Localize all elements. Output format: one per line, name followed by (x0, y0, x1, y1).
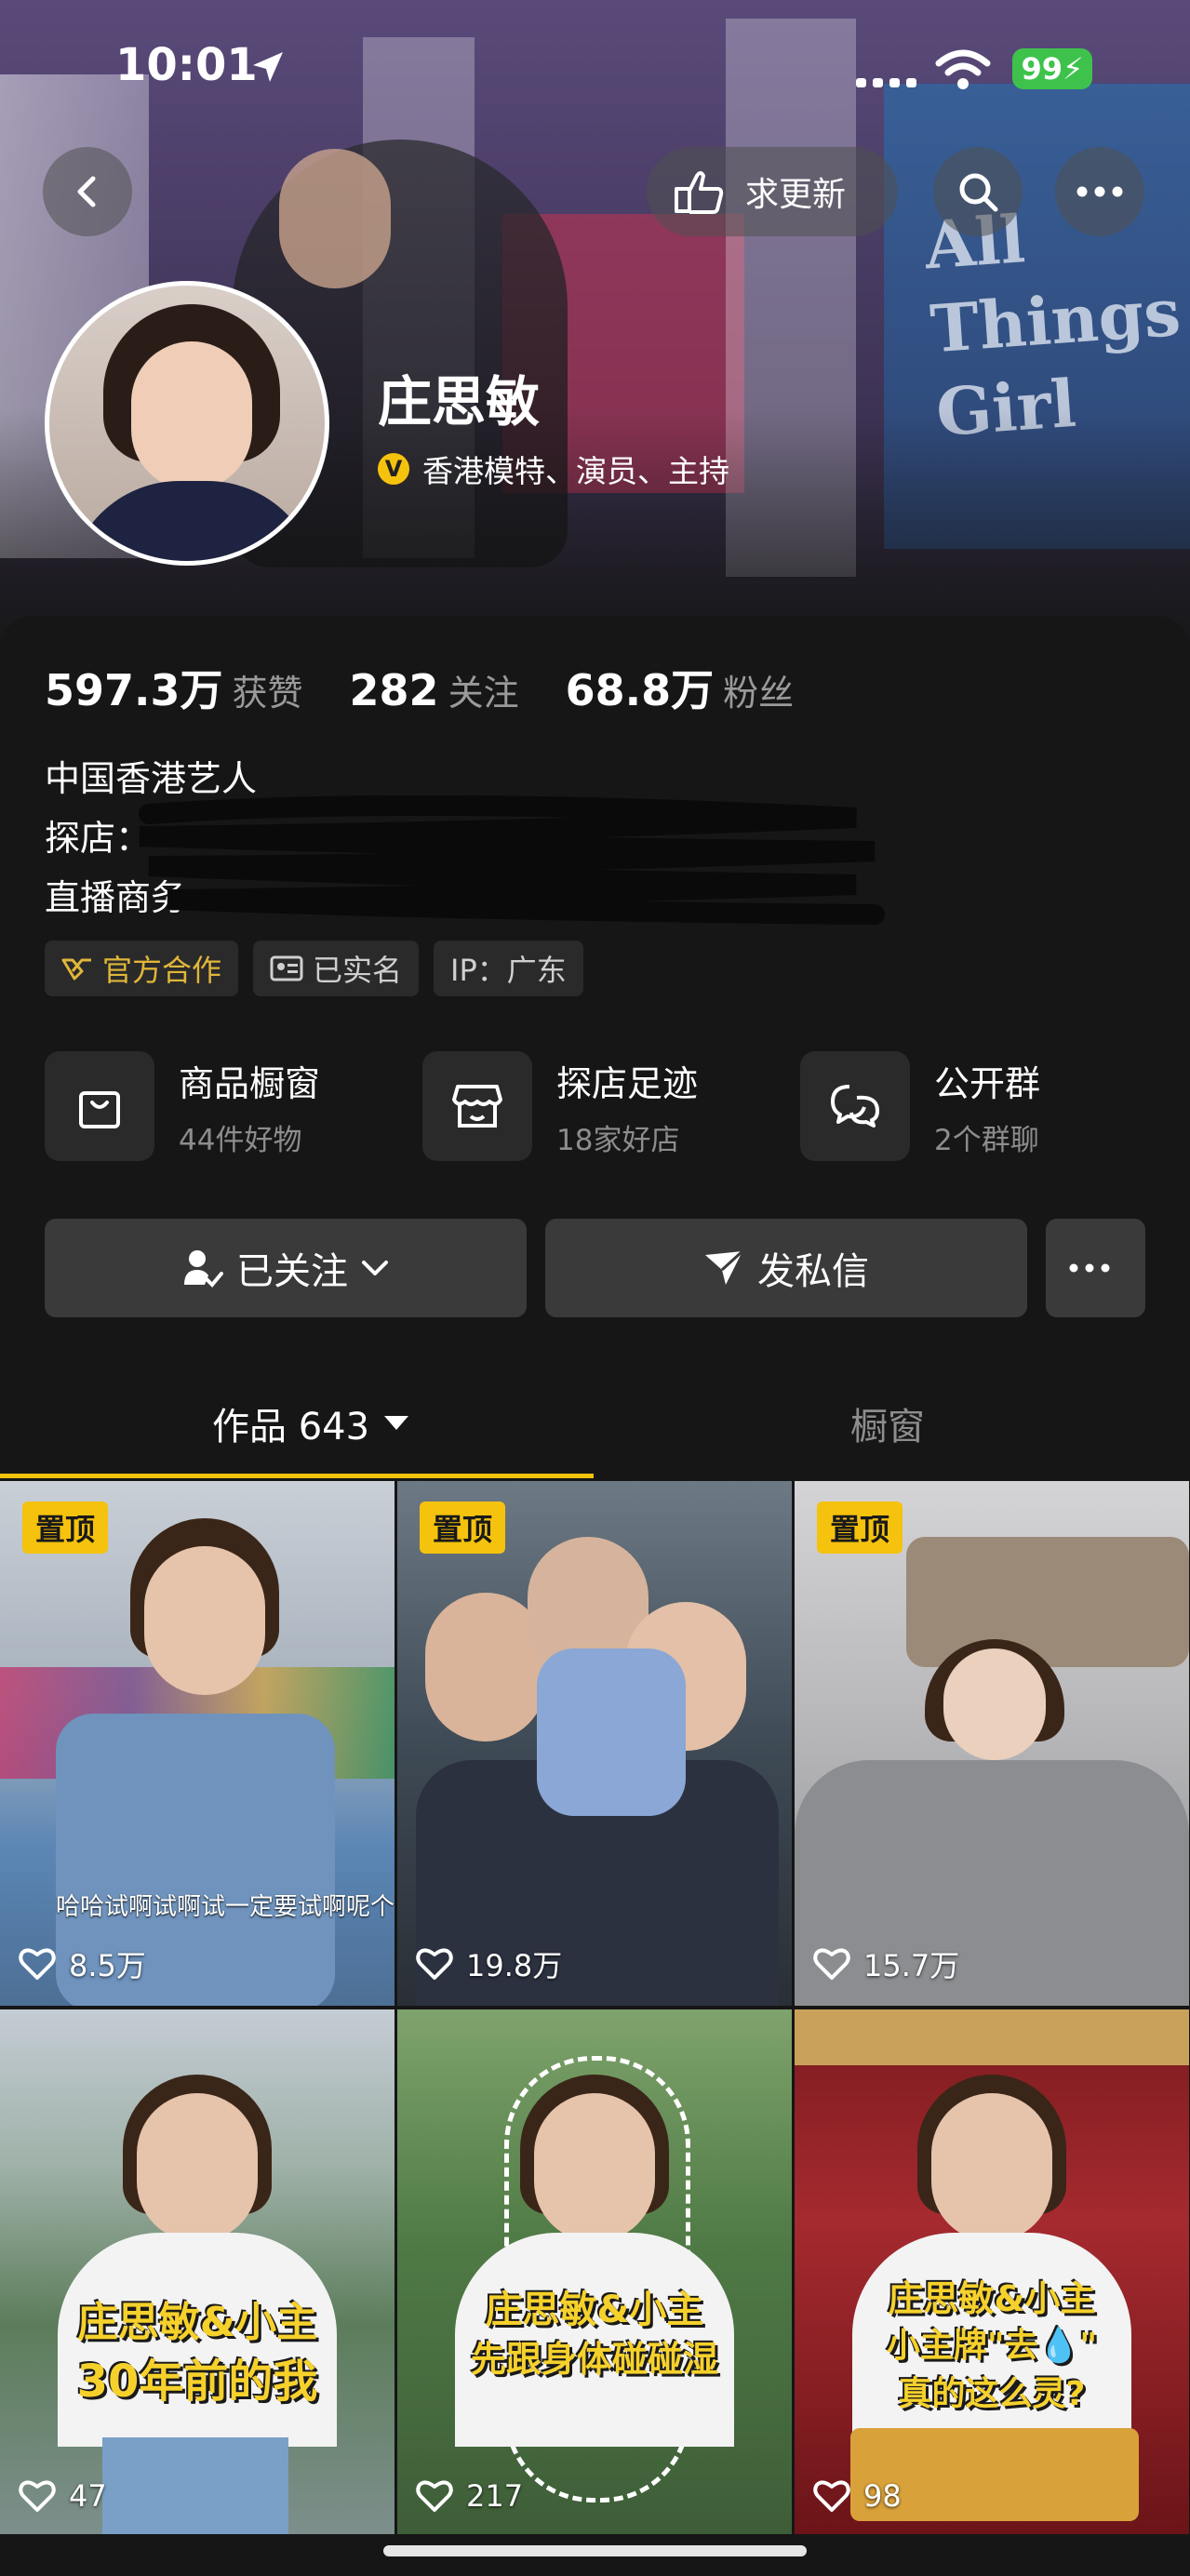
feature-entries: 商品橱窗 44件好物 探店足迹 18家好店 公开群 2个群聊 (45, 1049, 1152, 1165)
request-update-label: 求更新 (745, 176, 847, 214)
cellular-signal-icon (856, 78, 916, 87)
product-showcase-entry[interactable]: 商品橱窗 44件好物 (45, 1049, 417, 1165)
fans-label[interactable]: 粉丝 (723, 664, 794, 715)
paper-plane-icon (705, 1249, 744, 1285)
video-thumbnail[interactable]: 置顶 哈哈试啊试啊试一定要试啊呢个 8.5万 (0, 1481, 394, 2006)
likes-label: 获赞 (232, 673, 303, 714)
profile-stats: 597.3万 获赞 282 关注 68.8万 粉丝 (45, 657, 840, 718)
video-likes: 98 (813, 2478, 902, 2514)
search-icon (959, 173, 998, 212)
shopping-bag-icon (79, 1091, 120, 1128)
video-caption: 庄思敏&小主 (76, 2299, 318, 2346)
search-button[interactable] (933, 147, 1023, 236)
profile-tags: 官方合作 已实名 IP：广东 (45, 941, 598, 996)
battery-indicator: 99 ⚡ (1012, 48, 1092, 89)
video-caption: 30年前的我 (76, 2356, 318, 2408)
heart-icon (813, 1948, 850, 1980)
likes-count: 597.3万 (45, 665, 223, 715)
tab-showcase[interactable]: 橱窗 (850, 1377, 925, 1470)
home-indicator[interactable] (383, 2545, 807, 2556)
ip-location-tag: IP：广东 (434, 941, 583, 996)
chevron-left-icon (77, 176, 96, 207)
heart-icon (813, 2480, 850, 2512)
user-check-icon (184, 1250, 223, 1288)
fans-count[interactable]: 68.8万 (566, 657, 715, 718)
content-tabs: 作品 643 橱窗 (0, 1377, 1190, 1479)
video-caption: 小主牌"去💧" (886, 2327, 1098, 2365)
video-thumbnail[interactable]: 庄思敏&小主 小主牌"去💧" 真的这么灵? 98 (795, 2009, 1189, 2534)
store-visits-entry[interactable]: 探店足迹 18家好店 (422, 1049, 795, 1165)
video-likes: 19.8万 (416, 1942, 562, 1985)
location-arrow-icon (253, 52, 283, 82)
redaction-scribble (139, 795, 885, 925)
request-update-button[interactable]: 求更新 (647, 147, 898, 236)
video-likes: 8.5万 (19, 1942, 146, 1985)
official-cooperation-tag[interactable]: 官方合作 (45, 941, 239, 996)
pinned-badge: 置顶 (420, 1502, 506, 1554)
wifi-icon (935, 49, 991, 89)
real-name-tag: 已实名 (253, 941, 420, 996)
status-time: 10:01 (115, 39, 258, 91)
avatar[interactable] (45, 281, 329, 566)
chat-bubbles-icon (831, 1085, 879, 1128)
more-options-button[interactable] (1055, 147, 1144, 236)
followed-button[interactable]: 已关注 (45, 1219, 527, 1317)
bio-line: 中国香港艺人 (45, 758, 258, 799)
video-caption: 庄思敏&小主 (888, 2278, 1096, 2319)
video-thumbnail[interactable]: 庄思敏&小主 30年前的我 47 (0, 2009, 394, 2534)
heart-icon (19, 1948, 56, 1980)
following-count[interactable]: 282 (350, 665, 439, 715)
video-caption: 哈哈试啊试啊试一定要试啊呢个 (56, 1893, 394, 1921)
video-caption: 庄思敏&小主 (485, 2289, 704, 2331)
heart-icon (416, 2480, 453, 2512)
video-caption: 先跟身体碰碰湿 (470, 2339, 718, 2380)
video-likes: 47 (19, 2478, 107, 2514)
handshake-icon (61, 958, 91, 981)
video-likes: 15.7万 (813, 1942, 959, 1985)
chevron-down-icon (362, 1261, 388, 1275)
more-dots-icon (1069, 1263, 1109, 1273)
video-thumbnail[interactable]: 置顶 19.8万 (397, 1481, 792, 2006)
back-button[interactable] (43, 147, 132, 236)
active-tab-indicator (0, 1474, 594, 1478)
verified-info: V 香港模特、演员、主持 (378, 447, 729, 491)
video-caption: 真的这么灵? (898, 2375, 1086, 2413)
send-message-button[interactable]: 发私信 (545, 1219, 1027, 1317)
video-likes: 217 (416, 2478, 523, 2514)
verified-badge-icon: V (378, 453, 409, 485)
more-actions-button[interactable] (1046, 1219, 1145, 1317)
tab-works[interactable]: 作品 643 (212, 1377, 409, 1470)
heart-icon (19, 2480, 56, 2512)
heart-icon (416, 1948, 453, 1980)
caret-down-icon (384, 1416, 409, 1430)
status-bar: 10:01 99 ⚡ (0, 37, 1190, 102)
profile-name: 庄思敏 (378, 370, 541, 434)
public-group-entry[interactable]: 公开群 2个群聊 (800, 1049, 1172, 1165)
pointing-hand-icon (675, 171, 724, 214)
verified-label: 香港模特、演员、主持 (422, 453, 729, 489)
pinned-badge: 置顶 (22, 1502, 109, 1554)
pinned-badge: 置顶 (817, 1502, 903, 1554)
id-card-icon (270, 955, 303, 981)
video-thumbnail[interactable]: 庄思敏&小主 先跟身体碰碰湿 217 (397, 2009, 792, 2534)
following-label[interactable]: 关注 (448, 664, 519, 715)
more-dots-icon (1076, 186, 1123, 197)
storefront-icon (452, 1085, 502, 1128)
video-thumbnail[interactable]: 置顶 15.7万 (795, 1481, 1189, 2006)
